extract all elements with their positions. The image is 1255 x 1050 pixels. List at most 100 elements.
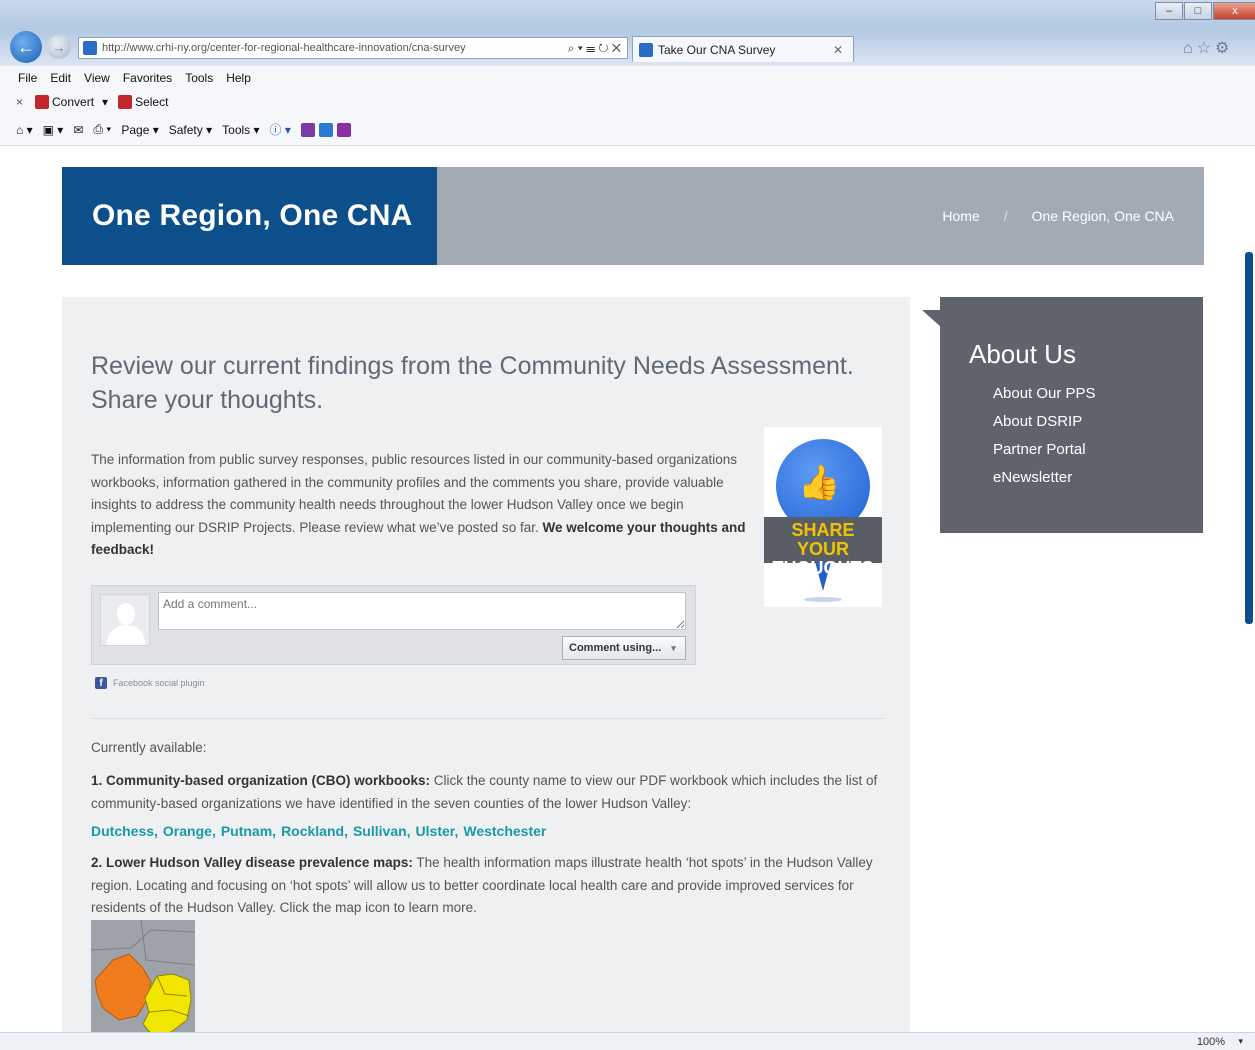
- sidebar-links: About Our PPS About DSRIP Partner Portal…: [993, 384, 1096, 496]
- avatar-shoulders: [107, 625, 145, 645]
- menu-tools[interactable]: Tools: [185, 71, 213, 85]
- page-menu[interactable]: Page ▾: [121, 123, 158, 137]
- county-link-dutchess[interactable]: Dutchess: [91, 823, 154, 839]
- breadcrumb: Home / One Region, One CNA: [942, 208, 1174, 224]
- minimize-button[interactable]: –: [1155, 2, 1183, 20]
- county-link-orange[interactable]: Orange: [163, 823, 212, 839]
- tools-menu[interactable]: Tools ▾: [222, 123, 259, 137]
- share-badge-line1: SHARE YOUR: [791, 520, 855, 559]
- pin-shadow: [804, 597, 842, 602]
- share-badge-label: SHARE YOUR THOUGHTS: [764, 517, 882, 578]
- tab-close-icon[interactable]: ✕: [833, 43, 853, 57]
- command-bar: ⌂ ▾ ▣ ▾ ✉ ⎙ ▾ Page ▾ Safety ▾ Tools ▾ ⓘ …: [0, 114, 1255, 146]
- currently-available-label: Currently available:: [91, 740, 207, 755]
- chevron-down-icon: ▾: [671, 642, 676, 653]
- menu-file[interactable]: File: [18, 71, 37, 85]
- county-link-rockland[interactable]: Rockland: [281, 823, 344, 839]
- help-icon[interactable]: ⓘ ▾: [270, 121, 291, 138]
- onenote-icon[interactable]: [300, 122, 315, 137]
- pdf-select-icon: [118, 95, 133, 109]
- pdf-convert-icon: [35, 95, 50, 109]
- print-icon[interactable]: ⎙ ▾: [93, 122, 111, 137]
- convert-caret-icon[interactable]: ▾: [102, 95, 108, 109]
- forward-arrow-icon: →: [52, 39, 66, 55]
- county-link-sullivan[interactable]: Sullivan: [353, 823, 407, 839]
- comment-using-dropdown[interactable]: Comment using... ▾: [562, 636, 686, 660]
- site-header-breadcrumb-block: Home / One Region, One CNA: [437, 167, 1204, 265]
- zoom-level[interactable]: 100%: [1197, 1036, 1225, 1048]
- county-separator: ,: [272, 823, 277, 839]
- home-favorites-settings-icons[interactable]: ⌂☆⚙: [1183, 38, 1233, 58]
- comment-input[interactable]: [158, 592, 686, 630]
- window-controls: – □ x: [1155, 2, 1255, 20]
- facebook-icon: f: [95, 677, 107, 689]
- county-link-westchester[interactable]: Westchester: [463, 823, 546, 839]
- scrollbar-thumb[interactable]: [1245, 252, 1253, 624]
- menu-bar: File Edit View Favorites Tools Help: [0, 66, 1255, 90]
- county-separator: ,: [154, 823, 158, 839]
- lync-icon[interactable]: [318, 122, 333, 137]
- about-us-sidebar: About Us About Our PPS About DSRIP Partn…: [940, 297, 1203, 533]
- menu-view[interactable]: View: [84, 71, 110, 85]
- facebook-plugin-credit[interactable]: f Facebook social plugin: [95, 677, 205, 689]
- share-badge-line2: THOUGHTS: [772, 558, 874, 578]
- cbo-workbooks-item: 1. Community-based organization (CBO) wo…: [91, 770, 886, 815]
- browser-status-bar: 100% ▾: [0, 1032, 1255, 1050]
- county-link-putnam[interactable]: Putnam: [221, 823, 272, 839]
- address-url[interactable]: http://www.crhi-ny.org/center-for-region…: [102, 42, 547, 54]
- thumbs-up-icon: 👍: [798, 464, 841, 502]
- sidebar-item-partner-portal[interactable]: Partner Portal: [993, 440, 1096, 468]
- county-separator: ,: [211, 823, 216, 839]
- intro-paragraph: The information from public survey respo…: [91, 449, 759, 562]
- close-window-button[interactable]: x: [1213, 2, 1255, 20]
- disease-map-thumbnail[interactable]: [91, 920, 195, 1037]
- avatar: [100, 594, 150, 646]
- toolbar-close-icon[interactable]: ×: [16, 95, 23, 109]
- browser-tab[interactable]: Take Our CNA Survey ✕: [632, 36, 854, 62]
- comment-using-label: Comment using...: [569, 642, 662, 654]
- feeds-icon[interactable]: ▣ ▾: [43, 123, 64, 137]
- cbo-workbooks-heading: 1. Community-based organization (CBO) wo…: [91, 773, 431, 788]
- share-your-thoughts-badge: 👍 SHARE YOUR THOUGHTS: [764, 427, 882, 607]
- page-title: One Region, One CNA: [92, 199, 413, 232]
- section-divider: [91, 718, 885, 719]
- facebook-plugin-label: Facebook social plugin: [113, 678, 205, 688]
- facebook-comment-widget: Comment using... ▾: [91, 585, 696, 665]
- tab-favicon-icon: [639, 42, 653, 57]
- sidebar-title: About Us: [969, 339, 1076, 369]
- sidebar-item-about-our-pps[interactable]: About Our PPS: [993, 384, 1096, 412]
- county-separator: ,: [454, 823, 459, 839]
- county-separator: ,: [406, 823, 411, 839]
- sidebar-item-enewsletter[interactable]: eNewsletter: [993, 468, 1096, 496]
- breadcrumb-home-link[interactable]: Home: [942, 208, 979, 224]
- forward-button[interactable]: →: [47, 35, 71, 59]
- tab-title: Take Our CNA Survey: [658, 42, 776, 57]
- county-link-ulster[interactable]: Ulster: [416, 823, 455, 839]
- sidebar-item-about-dsrip[interactable]: About DSRIP: [993, 412, 1096, 440]
- menu-edit[interactable]: Edit: [50, 71, 71, 85]
- menu-favorites[interactable]: Favorites: [123, 71, 172, 85]
- county-separator: ,: [344, 823, 348, 839]
- breadcrumb-separator: /: [1003, 208, 1008, 224]
- address-bar-tools[interactable]: ⌕ ▾ ☰ ↻ ✕: [547, 41, 627, 56]
- onenote-send-icon[interactable]: [336, 122, 351, 137]
- hudson-valley-map-graphic: [91, 920, 195, 1037]
- safety-menu[interactable]: Safety ▾: [169, 123, 212, 137]
- address-bar[interactable]: http://www.crhi-ny.org/center-for-region…: [78, 37, 628, 59]
- restore-button[interactable]: □: [1184, 2, 1212, 20]
- select-button[interactable]: Select: [135, 95, 168, 109]
- disease-maps-heading: 2. Lower Hudson Valley disease prevalenc…: [91, 855, 413, 870]
- avatar-head: [117, 603, 135, 625]
- convert-button[interactable]: Convert: [52, 95, 94, 109]
- breadcrumb-current: One Region, One CNA: [1031, 208, 1174, 224]
- mail-icon[interactable]: ✉: [73, 123, 83, 137]
- site-header-title-block: One Region, One CNA: [62, 167, 437, 265]
- home-icon[interactable]: ⌂ ▾: [16, 123, 33, 137]
- intro-heading: Review our current findings from the Com…: [91, 352, 854, 414]
- back-arrow-icon: ←: [17, 36, 35, 57]
- pdf-convert-toolbar: × Convert ▾ Select: [0, 90, 1255, 114]
- browser-titlebar: ← → http://www.crhi-ny.org/center-for-re…: [0, 0, 1255, 66]
- menu-help[interactable]: Help: [226, 71, 251, 85]
- back-button[interactable]: ←: [10, 31, 42, 63]
- zoom-chevron-down-icon[interactable]: ▾: [1238, 1036, 1243, 1047]
